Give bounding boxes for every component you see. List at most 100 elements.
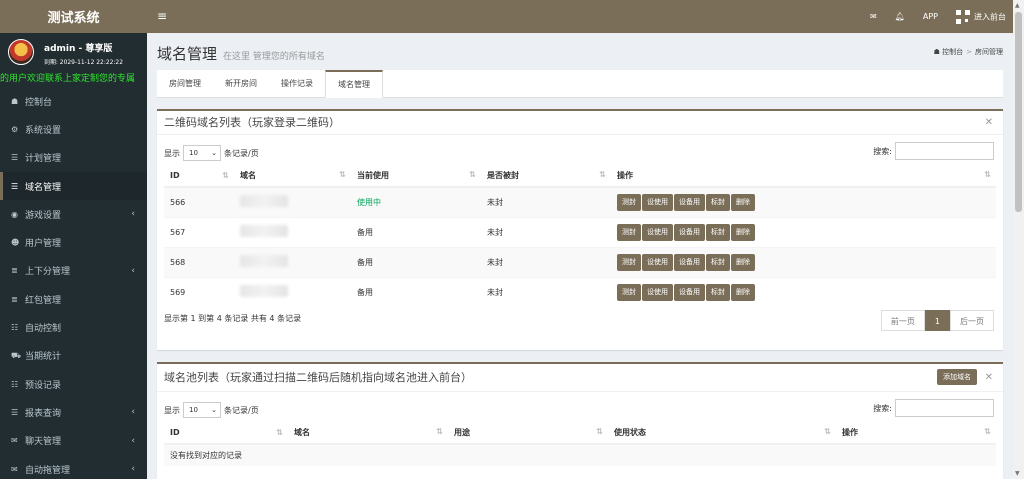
sidebar-item[interactable]: ☷ 自动控制 (0, 313, 147, 341)
column-header-label: ID (170, 428, 180, 437)
cell-domain (234, 276, 351, 307)
sidebar-item[interactable]: ☷ 预设记录 (0, 370, 147, 398)
sidebar-item-label: 上下分管理 (25, 267, 71, 278)
column-header[interactable]: 域名 ⇅ (288, 422, 448, 445)
page-size-select[interactable]: 10 ⌄ (183, 145, 221, 161)
breadcrumb-home[interactable]: 控制台 (942, 48, 963, 56)
search-label: 搜索: (873, 403, 892, 413)
page-size-select[interactable]: 10 ⌄ (183, 402, 221, 418)
close-icon[interactable]: ✕ (985, 364, 993, 392)
chevron-left-icon: ‹ (131, 265, 135, 276)
bell-icon[interactable]: 🔔︎ (895, 12, 905, 21)
chevron-left-icon: ‹ (131, 464, 135, 474)
menu-icon: ☷ (11, 379, 19, 389)
mail-icon[interactable]: ✉ (870, 12, 877, 21)
tab[interactable]: 房间管理 (157, 70, 213, 98)
action-button[interactable]: 设使用 (642, 223, 673, 241)
page-1-button[interactable]: 1 (924, 310, 950, 331)
sort-icon: ⇅ (599, 170, 606, 179)
tab[interactable]: 新开房间 (213, 70, 269, 98)
sidebar-item[interactable]: ☰ 域名管理 (0, 171, 147, 201)
sidebar-item[interactable]: ☗ 控制台 (0, 87, 147, 115)
menu-icon: ◉ (11, 209, 18, 219)
table-row: 567 备用 未封 测封 设使用 设备用 标封 删除 (164, 216, 996, 247)
column-header[interactable]: 使用状态 ⇅ (608, 422, 836, 445)
column-header[interactable]: 当前使用 ⇅ (351, 165, 481, 188)
tab[interactable]: 操作记录 (269, 70, 325, 98)
column-header[interactable]: 是否被封 ⇅ (481, 165, 611, 188)
action-button[interactable]: 设使用 (642, 193, 673, 211)
action-button[interactable]: 删除 (731, 193, 755, 211)
sidebar-item[interactable]: ✉ 自动拖管理 ‹ (0, 455, 147, 479)
action-button[interactable]: 设备用 (674, 253, 705, 271)
brand-logo[interactable]: 测试系统 (0, 0, 147, 33)
action-button[interactable]: 标封 (706, 193, 730, 211)
sidebar-item[interactable]: ≣ 红包管理 (0, 285, 147, 313)
sidebar-item-label: 域名管理 (25, 182, 62, 193)
action-button[interactable]: 测封 (617, 193, 641, 211)
action-button[interactable]: 设备用 (674, 283, 705, 301)
sidebar-item[interactable]: ✉ 聊天管理 ‹ (0, 427, 147, 455)
cell-actions: 测封 设使用 设备用 标封 删除 (611, 216, 996, 247)
sidebar-item[interactable]: ⚙ 系统设置 (0, 115, 147, 143)
scroll-down-icon[interactable]: ▼ (1015, 470, 1020, 477)
action-button[interactable]: 设备用 (674, 223, 705, 241)
add-domain-button[interactable]: 添加域名 (937, 369, 977, 385)
sidebar-item-label: 自动控制 (25, 324, 62, 335)
cell-id: 566 (164, 186, 234, 217)
action-button[interactable]: 删除 (731, 283, 755, 301)
domain-pool-table: ID ⇅ 域名 ⇅ 用途 ⇅ 使用状态 ⇅ 操作 ⇅ 没有找到对应的记录 (164, 422, 996, 466)
tab[interactable]: 域名管理 (325, 70, 383, 98)
scrollbar-thumb[interactable] (1015, 12, 1022, 212)
search-input[interactable] (895, 399, 994, 417)
action-button[interactable]: 设备用 (674, 193, 705, 211)
column-header[interactable]: ID ⇅ (164, 422, 288, 445)
page-scrollbar[interactable]: ▲ ▼ (1013, 0, 1024, 479)
search-input[interactable] (895, 142, 994, 160)
prev-page-button[interactable]: 前一页 (880, 310, 925, 331)
menu-toggle-icon[interactable]: ≡ (157, 9, 167, 23)
table-controls: 显示 10 ⌄ 条记录/页 搜索: (157, 392, 1003, 422)
column-header[interactable]: 用途 ⇅ (448, 422, 608, 445)
action-button[interactable]: 删除 (731, 223, 755, 241)
next-page-button[interactable]: 后一页 (950, 310, 994, 331)
sidebar-item[interactable]: ⛟ 当期统计 (0, 342, 147, 370)
menu-icon: ☰ (11, 407, 19, 417)
sidebar-item[interactable]: ☻ 用户管理 (0, 228, 147, 256)
action-button[interactable]: 删除 (731, 253, 755, 271)
action-button[interactable]: 标封 (706, 223, 730, 241)
sidebar-item[interactable]: ◉ 游戏设置 ‹ (0, 200, 147, 228)
sort-icon: ⇅ (824, 427, 831, 436)
search-label: 搜索: (873, 146, 892, 156)
column-header[interactable]: 操作 ⇅ (611, 165, 996, 188)
box-title: 二维码域名列表（玩家登录二维码） ✕ (157, 111, 1003, 135)
marquee-notice: 的用户欢迎联系上家定制您的专属 (0, 74, 136, 84)
action-button[interactable]: 设使用 (642, 253, 673, 271)
column-header-label: 操作 (617, 171, 633, 180)
avatar (8, 39, 34, 65)
column-header[interactable]: 域名 ⇅ (234, 165, 351, 188)
sidebar-item[interactable]: ☰ 报表查询 ‹ (0, 398, 147, 426)
sidebar-item[interactable]: ≣ 上下分管理 ‹ (0, 257, 147, 285)
cell-domain (234, 216, 351, 247)
cell-domain (234, 186, 351, 217)
page-size-control: 显示 10 ⌄ 条记录/页 (164, 145, 259, 161)
action-button[interactable]: 标封 (706, 253, 730, 271)
column-header[interactable]: 操作 ⇅ (836, 422, 996, 445)
action-button[interactable]: 标封 (706, 283, 730, 301)
sidebar-item-label: 当期统计 (25, 352, 62, 363)
sidebar-item[interactable]: ☰ 计划管理 (0, 144, 147, 172)
scroll-up-icon[interactable]: ▲ (1015, 2, 1020, 9)
app-link[interactable]: APP (923, 12, 938, 21)
dashboard-icon: ☗ (933, 48, 940, 56)
sidebar-item-label: 预设记录 (25, 380, 62, 391)
enter-frontend-link[interactable]: 进入前台 (956, 9, 1006, 24)
action-button[interactable]: 测封 (617, 223, 641, 241)
action-button[interactable]: 测封 (617, 253, 641, 271)
sort-icon: ⇅ (339, 170, 346, 179)
action-button[interactable]: 设使用 (642, 283, 673, 301)
sort-icon: ⇅ (596, 427, 603, 436)
column-header[interactable]: ID ⇅ (164, 165, 234, 188)
action-button[interactable]: 测封 (617, 283, 641, 301)
close-icon[interactable]: ✕ (985, 111, 993, 135)
